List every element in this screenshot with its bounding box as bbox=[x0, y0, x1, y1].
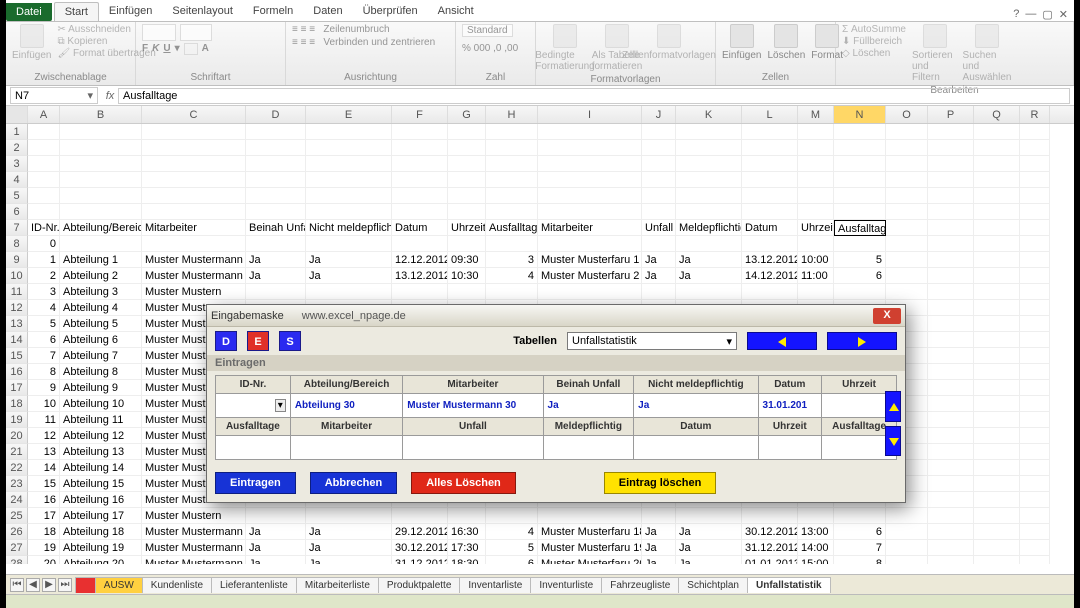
mode-e-button[interactable]: E bbox=[247, 331, 269, 351]
ribbon-tab-formeln[interactable]: Formeln bbox=[243, 2, 303, 21]
help-icon[interactable]: ? bbox=[1013, 8, 1019, 21]
close-icon[interactable]: ✕ bbox=[1059, 8, 1068, 21]
ribbon-tab-ansicht[interactable]: Ansicht bbox=[428, 2, 484, 21]
col-header-B[interactable]: B bbox=[60, 106, 142, 123]
chevron-down-icon[interactable]: ▾ bbox=[87, 89, 93, 102]
sheet-tab-Produktpalette[interactable]: Produktpalette bbox=[378, 577, 461, 593]
sheet-tab-bar: ⏮ ◀ ▶ ⏭ AUSWKundenlisteLieferantenlisteM… bbox=[6, 574, 1074, 594]
tables-label: Tabellen bbox=[513, 335, 557, 347]
ribbon: Einfügen ✂ Ausschneiden ⧉ Kopieren 🖌 For… bbox=[6, 22, 1074, 86]
sheet-nav-last[interactable]: ⏭ bbox=[58, 578, 72, 592]
col-header-G[interactable]: G bbox=[448, 106, 486, 123]
dialog-source: www.excel_npage.de bbox=[302, 310, 406, 322]
paste-button[interactable]: Einfügen bbox=[12, 24, 51, 61]
col-header-I[interactable]: I bbox=[538, 106, 642, 123]
group-font-label: Schriftart bbox=[142, 70, 279, 83]
group-number-label: Zahl bbox=[462, 70, 529, 83]
cancel-button[interactable]: Abbrechen bbox=[310, 472, 397, 494]
ribbon-tabs: Datei StartEinfügenSeitenlayoutFormelnDa… bbox=[6, 0, 1074, 22]
ribbon-tab-daten[interactable]: Daten bbox=[303, 2, 352, 21]
sheet-tab-AUSW[interactable]: AUSW bbox=[95, 577, 143, 593]
col-header-K[interactable]: K bbox=[676, 106, 742, 123]
submit-button[interactable]: Eintragen bbox=[215, 472, 296, 494]
col-header-D[interactable]: D bbox=[246, 106, 306, 123]
insert-cells-button[interactable]: Einfügen bbox=[722, 24, 761, 61]
scroll-up-button[interactable] bbox=[885, 391, 901, 422]
col-header-O[interactable]: O bbox=[886, 106, 928, 123]
sheet-nav-next[interactable]: ▶ bbox=[42, 578, 56, 592]
find-select-button[interactable]: Suchen und Auswählen bbox=[964, 24, 1010, 83]
col-header-R[interactable]: R bbox=[1020, 106, 1050, 123]
dialog-grid: ID-Nr.Abteilung/BereichMitarbeiterBeinah… bbox=[215, 375, 897, 460]
scroll-down-button[interactable] bbox=[885, 426, 901, 457]
record-next-button[interactable] bbox=[827, 332, 897, 350]
fx-icon[interactable]: fx bbox=[102, 90, 118, 102]
dialog-section-label: Eintragen bbox=[207, 355, 905, 371]
sheet-tab-hidden[interactable] bbox=[75, 577, 96, 593]
dialog-title: Eingabemaske bbox=[211, 310, 284, 322]
col-header-L[interactable]: L bbox=[742, 106, 798, 123]
group-cells-label: Zellen bbox=[722, 70, 829, 83]
formula-bar: N7▾ fx Ausfalltage bbox=[6, 86, 1074, 106]
table-select[interactable]: Unfallstatistik▾ bbox=[567, 332, 737, 350]
sheet-nav-first[interactable]: ⏮ bbox=[10, 578, 24, 592]
col-header-C[interactable]: C bbox=[142, 106, 246, 123]
sheet-tab-Fahrzeugliste[interactable]: Fahrzeugliste bbox=[601, 577, 679, 593]
mode-s-button[interactable]: S bbox=[279, 331, 301, 351]
record-prev-button[interactable] bbox=[747, 332, 817, 350]
cell-styles-button[interactable]: Zellenformatvorlagen bbox=[646, 24, 692, 61]
dialog-close-icon[interactable]: X bbox=[873, 308, 901, 324]
delete-cells-button[interactable]: Löschen bbox=[767, 24, 805, 61]
col-header-N[interactable]: N bbox=[834, 106, 886, 123]
group-align-label: Ausrichtung bbox=[292, 70, 449, 83]
sheet-tab-Unfallstatistik[interactable]: Unfallstatistik bbox=[747, 577, 831, 593]
col-header-J[interactable]: J bbox=[642, 106, 676, 123]
ribbon-tab-seitenlayout[interactable]: Seitenlayout bbox=[162, 2, 243, 21]
conditional-format-button[interactable]: Bedingte Formatierung bbox=[542, 24, 588, 72]
col-header-A[interactable]: A bbox=[28, 106, 60, 123]
restore-icon[interactable]: ▢ bbox=[1042, 8, 1052, 21]
sheet-nav-prev[interactable]: ◀ bbox=[26, 578, 40, 592]
sheet-tab-Mitarbeiterliste[interactable]: Mitarbeiterliste bbox=[296, 577, 379, 593]
sort-filter-button[interactable]: Sortieren und Filtern bbox=[912, 24, 958, 83]
delete-row-button[interactable]: Eintrag löschen bbox=[604, 472, 717, 494]
ribbon-tab-start[interactable]: Start bbox=[54, 2, 99, 21]
name-box[interactable]: N7▾ bbox=[10, 87, 98, 104]
formula-input[interactable]: Ausfalltage bbox=[118, 88, 1070, 104]
col-header-M[interactable]: M bbox=[798, 106, 834, 123]
ribbon-tab-überprüfen[interactable]: Überprüfen bbox=[353, 2, 428, 21]
sheet-tab-Lieferantenliste[interactable]: Lieferantenliste bbox=[211, 577, 297, 593]
col-header-H[interactable]: H bbox=[486, 106, 538, 123]
sheet-tab-Inventurliste[interactable]: Inventurliste bbox=[530, 577, 602, 593]
file-tab[interactable]: Datei bbox=[6, 3, 52, 21]
column-headers[interactable]: ABCDEFGHIJKLMNOPQR bbox=[6, 106, 1074, 124]
col-header-E[interactable]: E bbox=[306, 106, 392, 123]
group-styles-label: Formatvorlagen bbox=[542, 72, 709, 85]
group-clipboard-label: Zwischenablage bbox=[12, 70, 129, 83]
sheet-tab-Kundenliste[interactable]: Kundenliste bbox=[142, 577, 212, 593]
autosum-button[interactable]: Σ AutoSumme bbox=[842, 24, 906, 35]
col-header-P[interactable]: P bbox=[928, 106, 974, 123]
input-mask-dialog: Eingabemaske www.excel_npage.de X D E S … bbox=[206, 304, 906, 503]
format-as-table-button[interactable]: Als Tabelle formatieren bbox=[594, 24, 640, 72]
minimize-icon[interactable]: — bbox=[1025, 8, 1036, 21]
chevron-down-icon: ▾ bbox=[726, 335, 732, 348]
col-header-F[interactable]: F bbox=[392, 106, 448, 123]
ribbon-tab-einfügen[interactable]: Einfügen bbox=[99, 2, 162, 21]
delete-all-button[interactable]: Alles Löschen bbox=[411, 472, 516, 494]
window-buttons: ? — ▢ ✕ bbox=[1013, 8, 1074, 21]
col-header-Q[interactable]: Q bbox=[974, 106, 1020, 123]
sheet-tab-Inventarliste[interactable]: Inventarliste bbox=[459, 577, 531, 593]
fill-button[interactable]: ⬇ Füllbereich bbox=[842, 36, 906, 47]
mode-d-button[interactable]: D bbox=[215, 331, 237, 351]
clear-button[interactable]: ◇ Löschen bbox=[842, 48, 906, 59]
sheet-tab-Schichtplan[interactable]: Schichtplan bbox=[678, 577, 748, 593]
status-bar bbox=[6, 594, 1074, 608]
